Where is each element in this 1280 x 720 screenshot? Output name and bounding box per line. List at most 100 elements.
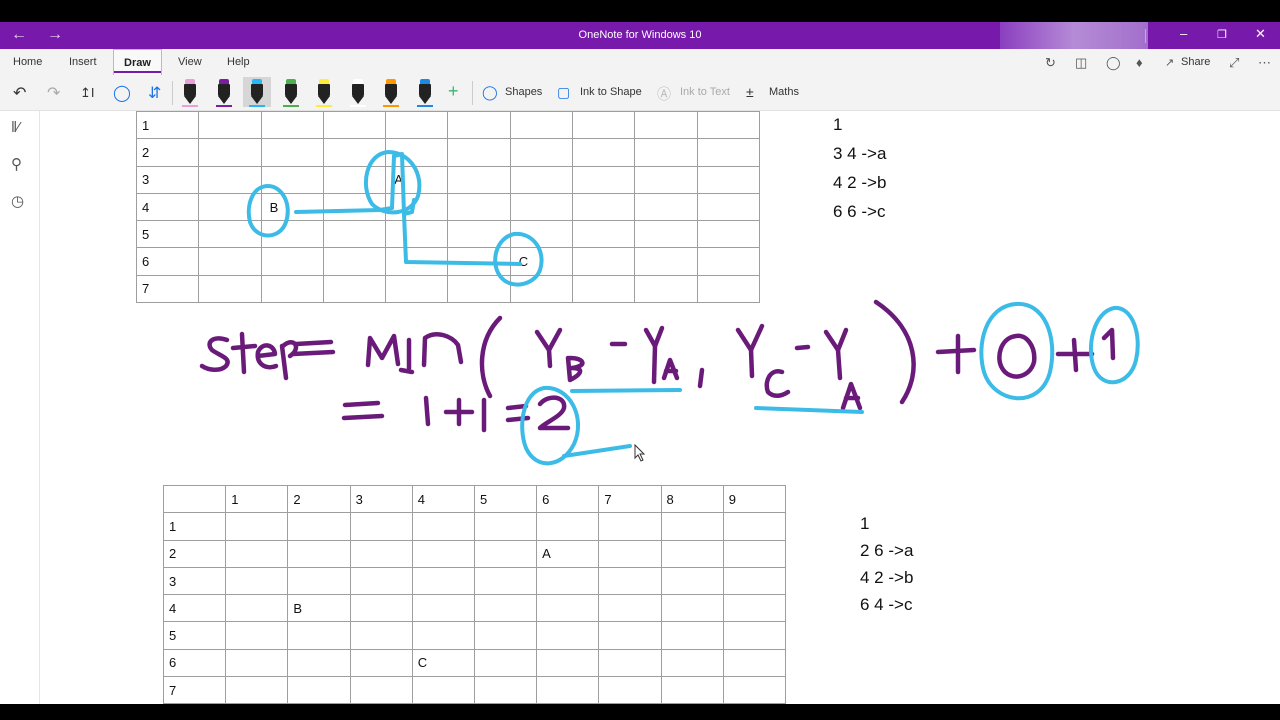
grid-cell[interactable] <box>509 220 574 249</box>
grid-cell[interactable] <box>598 621 662 650</box>
grid-cell[interactable] <box>660 676 724 705</box>
grid-cell[interactable] <box>198 165 262 194</box>
maths-button[interactable]: Maths <box>769 86 799 98</box>
row-label-cell[interactable]: 3 <box>162 566 227 596</box>
grid-cell[interactable] <box>198 220 262 249</box>
grid-cell[interactable] <box>660 539 724 568</box>
grid-cell[interactable] <box>447 138 511 167</box>
grid-cell[interactable] <box>660 648 724 678</box>
grid-cell[interactable] <box>411 621 475 650</box>
grid-cell[interactable] <box>634 192 698 222</box>
row-label-cell[interactable]: 7 <box>135 274 200 304</box>
grid-cell[interactable] <box>634 138 698 167</box>
ink-to-text-icon[interactable]: Ⓐ <box>657 84 671 104</box>
grid-cell[interactable] <box>473 566 538 596</box>
close-icon[interactable]: ✕ <box>1255 26 1266 42</box>
grid-cell[interactable] <box>260 165 324 194</box>
grid-cell[interactable] <box>473 594 538 623</box>
grid-cell[interactable] <box>598 539 662 568</box>
grid-cell[interactable] <box>322 138 387 167</box>
pen-green-icon[interactable] <box>277 77 305 107</box>
note-line[interactable]: 6 4 ->c <box>860 591 913 618</box>
note-line[interactable]: 1 <box>860 510 913 537</box>
pen-ocean-icon[interactable] <box>411 77 439 107</box>
row-label-cell[interactable]: 4 <box>135 192 200 222</box>
grid-cell[interactable] <box>349 512 413 541</box>
grid-cell[interactable] <box>349 676 413 705</box>
grid-cell[interactable] <box>349 539 413 568</box>
grid-cell[interactable] <box>722 621 786 650</box>
grid-cell[interactable] <box>696 110 760 140</box>
grid-cell[interactable] <box>473 621 538 650</box>
grid-cell[interactable] <box>722 539 786 568</box>
grid-cell[interactable] <box>660 512 724 541</box>
grid-cell[interactable] <box>260 247 324 276</box>
grid-cell[interactable] <box>349 594 413 623</box>
grid-cell[interactable] <box>598 676 662 705</box>
account-area[interactable] <box>1000 22 1148 49</box>
grid-cell[interactable] <box>634 274 698 304</box>
grid-cell[interactable] <box>447 110 511 140</box>
grid-cell[interactable]: C <box>411 648 475 678</box>
note-line[interactable]: 1 <box>833 110 886 139</box>
grid-cell[interactable] <box>572 110 636 140</box>
grid-cell[interactable] <box>385 138 449 167</box>
ink-to-shape-icon[interactable]: ▢ <box>557 84 570 101</box>
column-header-cell[interactable]: 3 <box>349 484 413 514</box>
more-options-icon[interactable]: ⋯ <box>1258 55 1271 71</box>
grid-cell[interactable] <box>225 539 289 568</box>
minimize-icon[interactable]: – <box>1180 26 1187 41</box>
column-header-cell[interactable]: 6 <box>536 484 600 514</box>
grid-cell[interactable] <box>536 676 600 705</box>
grid-cell[interactable] <box>696 138 760 167</box>
grid-cell[interactable] <box>509 110 574 140</box>
grid-cell[interactable] <box>572 274 636 304</box>
pen-lightblue-icon[interactable] <box>243 77 271 107</box>
grid-cell[interactable] <box>260 110 324 140</box>
row-label-cell[interactable]: 1 <box>135 110 200 140</box>
grid-cell[interactable] <box>696 220 760 249</box>
shapes-button[interactable]: Shapes <box>505 86 542 98</box>
bell-icon[interactable]: ♦ <box>1136 55 1143 70</box>
grid-cell[interactable] <box>634 220 698 249</box>
grid-cell[interactable] <box>260 220 324 249</box>
column-header-cell[interactable] <box>162 484 227 514</box>
recent-clock-icon[interactable]: ◷ <box>11 192 24 210</box>
grid-cell[interactable] <box>572 220 636 249</box>
grid-cell[interactable] <box>225 594 289 623</box>
grid-cell[interactable] <box>385 192 449 222</box>
grid-cell[interactable] <box>287 539 351 568</box>
row-label-cell[interactable]: 7 <box>162 676 227 705</box>
grid-cell[interactable] <box>322 192 387 222</box>
tab-insert[interactable]: Insert <box>69 56 97 68</box>
row-label-cell[interactable]: 5 <box>135 220 200 249</box>
pen-galaxy-icon[interactable] <box>344 77 372 107</box>
grid-cell[interactable] <box>411 676 475 705</box>
grid-cell[interactable] <box>322 220 387 249</box>
row-label-cell[interactable]: 3 <box>135 165 200 194</box>
grid-cell[interactable] <box>660 594 724 623</box>
grid-cell[interactable] <box>509 165 574 194</box>
grid-cell[interactable] <box>509 138 574 167</box>
note-line[interactable]: 4 2 ->b <box>833 168 886 197</box>
grid-cell[interactable] <box>287 676 351 705</box>
grid-cell[interactable] <box>447 220 511 249</box>
row-label-cell[interactable]: 6 <box>162 648 227 678</box>
undo-icon[interactable]: ↶ <box>13 83 26 103</box>
grid-cell[interactable] <box>411 539 475 568</box>
tab-draw[interactable]: Draw <box>113 49 162 75</box>
grid-cell[interactable] <box>598 648 662 678</box>
grid-cell[interactable] <box>722 648 786 678</box>
type-select-icon[interactable]: ↥I <box>80 85 95 101</box>
redo-icon[interactable]: ↷ <box>47 83 60 103</box>
grid-cell[interactable] <box>349 566 413 596</box>
grid-cell[interactable] <box>260 138 324 167</box>
grid-cell[interactable] <box>598 566 662 596</box>
grid-cell[interactable] <box>536 648 600 678</box>
grid-cell[interactable] <box>322 247 387 276</box>
grid-cell[interactable] <box>198 138 262 167</box>
ink-to-shape-button[interactable]: Ink to Shape <box>580 86 642 98</box>
row-label-cell[interactable]: 4 <box>162 594 227 623</box>
column-header-cell[interactable]: 1 <box>225 484 289 514</box>
grid-cell[interactable] <box>473 676 538 705</box>
